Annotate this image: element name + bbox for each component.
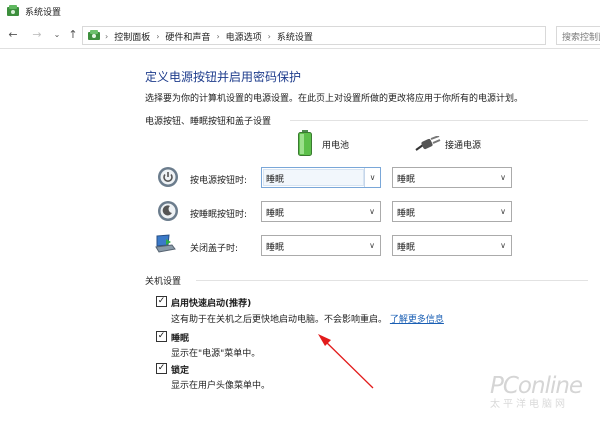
watermark-logo: PConline 太平洋电脑网 — [490, 373, 583, 410]
annotation-arrow — [318, 334, 374, 389]
